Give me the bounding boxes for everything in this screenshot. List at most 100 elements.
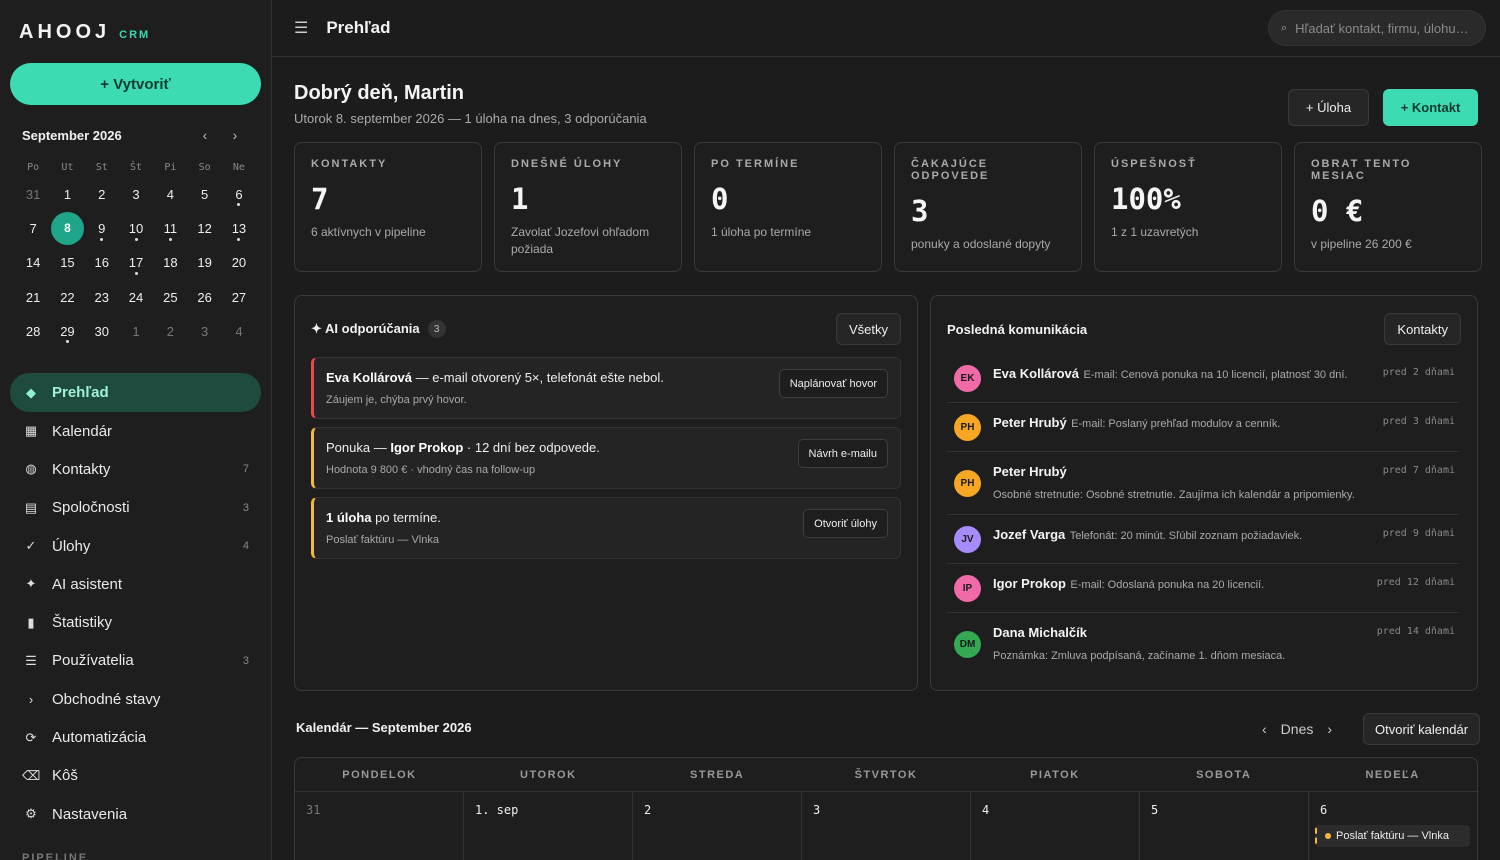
mini-calendar-day[interactable]: 25: [153, 280, 187, 314]
add-contact-button[interactable]: + Kontakt: [1383, 89, 1478, 126]
communication-item[interactable]: JV Jozef Varga Telefonát: 20 minút. Sľúbi…: [947, 515, 1459, 564]
sidebar-item-label: Nastavenia: [52, 805, 128, 823]
mini-day-number: 2: [166, 323, 174, 339]
mini-calendar-day[interactable]: 12: [187, 211, 221, 245]
mini-calendar-day[interactable]: 4: [153, 177, 187, 211]
mini-calendar-day[interactable]: 19: [187, 246, 221, 280]
communication-item[interactable]: PH Peter Hrubý Osobné stretnutie: Osobné s…: [947, 452, 1459, 515]
mini-calendar-day[interactable]: 13: [222, 211, 256, 245]
mini-calendar-day[interactable]: 3: [187, 314, 221, 348]
sidebar-item[interactable]: ✦ AI asistent: [10, 565, 261, 603]
mini-calendar-day[interactable]: 18: [153, 246, 187, 280]
calendar-day-cell[interactable]: 3: [802, 792, 971, 860]
menu-icon[interactable]: ☰: [294, 18, 308, 38]
stat-card[interactable]: DNEŠNÉ ÚLOHY 1 Zavolať Jozefovi ohľadom po…: [494, 142, 682, 272]
mini-calendar-day[interactable]: 20: [222, 246, 256, 280]
mini-calendar-day[interactable]: 26: [187, 280, 221, 314]
ai-all-button[interactable]: Všetky: [835, 313, 901, 345]
mini-calendar-day[interactable]: 28: [16, 314, 50, 348]
search-box[interactable]: ⌕: [1268, 10, 1486, 46]
mini-calendar-day[interactable]: 23: [85, 280, 119, 314]
sidebar-item[interactable]: ⟳ Automatizácia: [10, 718, 261, 756]
sidebar-item[interactable]: ✓ Úlohy 4: [10, 527, 261, 565]
calendar-day-cell[interactable]: 6 Poslať faktúru — Vlnka: [1309, 792, 1477, 860]
sidebar-item-label: Kontakty: [52, 460, 111, 478]
sidebar-item[interactable]: ☰ Používatelia 3: [10, 642, 261, 680]
mini-day-number: 16: [94, 255, 109, 271]
sidebar-item[interactable]: ◆ Prehľad: [10, 373, 261, 412]
mini-calendar-day[interactable]: 15: [50, 246, 84, 280]
calendar-next-icon[interactable]: ›: [1327, 721, 1332, 737]
mini-calendar-day[interactable]: 17: [119, 246, 153, 280]
mini-calendar-day[interactable]: 10: [119, 211, 153, 245]
stat-value: 0 €: [1311, 194, 1364, 228]
mini-calendar-day[interactable]: 1: [50, 177, 84, 211]
sidebar-item[interactable]: ▮ Štatistiky: [10, 603, 261, 641]
mini-calendar-day[interactable]: 11: [153, 211, 187, 245]
sidebar-item[interactable]: ⌫ Kôš: [10, 757, 261, 795]
recommendation-action-button[interactable]: Naplánovať hovor: [778, 369, 888, 398]
calendar-day-cell[interactable]: 1. sep: [464, 792, 633, 860]
mini-calendar-prev-icon[interactable]: ‹: [190, 127, 220, 143]
calendar-day-cell[interactable]: 31: [295, 792, 464, 860]
mini-calendar-day[interactable]: 22: [50, 280, 84, 314]
mini-calendar-day[interactable]: 4: [222, 314, 256, 348]
stat-card[interactable]: KONTAKTY 7 6 aktívnych v pipeline: [294, 142, 482, 272]
sidebar-item[interactable]: ▦ Kalendár: [10, 412, 261, 450]
mini-calendar-day[interactable]: 14: [16, 246, 50, 280]
add-task-button[interactable]: + Úloha: [1288, 89, 1369, 126]
mini-calendar-day[interactable]: 6: [222, 177, 256, 211]
recommendation-action-button[interactable]: Otvoriť úlohy: [803, 509, 888, 538]
mini-calendar-day[interactable]: 9: [85, 211, 119, 245]
calendar-weekday-label: STREDA: [690, 768, 745, 781]
create-button[interactable]: + Vytvoriť: [10, 63, 261, 105]
stat-card[interactable]: ÚSPEŠNOSŤ 100% 1 z 1 uzavretých: [1094, 142, 1282, 272]
brand-logo[interactable]: AHOOJ CRM: [19, 21, 150, 44]
stat-card[interactable]: ČAKAJÚCE ODPOVEDE 3 ponuky a odoslané dopy…: [894, 142, 1082, 272]
sidebar-item[interactable]: ⚙ Nastavenia: [10, 795, 261, 833]
calendar-event[interactable]: Poslať faktúru — Vlnka: [1315, 825, 1470, 847]
sidebar-item[interactable]: ◍ Kontakty 7: [10, 450, 261, 488]
mini-calendar-day[interactable]: 24: [119, 280, 153, 314]
mini-calendar-day[interactable]: 27: [222, 280, 256, 314]
open-calendar-button[interactable]: Otvoriť kalendár: [1363, 713, 1481, 745]
mini-calendar-day[interactable]: 2: [153, 314, 187, 348]
calendar-day-cell[interactable]: 5: [1140, 792, 1309, 860]
calendar-day-cell[interactable]: 4: [971, 792, 1140, 860]
search-input[interactable]: [1295, 20, 1476, 36]
mini-calendar-day[interactable]: 1: [119, 314, 153, 348]
calendar-day-cell[interactable]: 2: [633, 792, 802, 860]
mini-calendar-day[interactable]: 2: [85, 177, 119, 211]
mini-calendar-day[interactable]: 21: [16, 280, 50, 314]
contacts-button[interactable]: Kontakty: [1384, 313, 1461, 345]
recommendation-action-button[interactable]: Návrh e-mailu: [797, 439, 888, 468]
mini-calendar-day[interactable]: 16: [85, 246, 119, 280]
stat-label: PO TERMÍNE: [711, 158, 800, 170]
communication-item[interactable]: EK Eva Kollárová E-mail: Cenová ponuka na…: [947, 354, 1459, 403]
sidebar-item[interactable]: › Obchodné stavy: [10, 680, 261, 718]
communication-item[interactable]: PH Peter Hrubý E-mail: Poslaný prehľad mo…: [947, 403, 1459, 452]
mini-calendar-next-icon[interactable]: ›: [220, 127, 250, 143]
sidebar-item-count: 4: [242, 540, 249, 553]
communication-item[interactable]: DM Dana Michalčík Poznámka: Zmluva podpísa…: [947, 613, 1459, 676]
mini-calendar-day[interactable]: 30: [85, 314, 119, 348]
stat-card[interactable]: OBRAT TENTO MESIAC 0 € v pipeline 26 200 €: [1294, 142, 1482, 272]
communication-item[interactable]: IP Igor Prokop E-mail: Odoslaná ponuka na…: [947, 564, 1459, 613]
mini-calendar-day[interactable]: 5: [187, 177, 221, 211]
ai-recommendation-item[interactable]: Ponuka — Igor Prokop · 12 dní bez odpove…: [311, 427, 901, 489]
calendar-today-button[interactable]: Dnes: [1281, 721, 1314, 737]
sidebar-item[interactable]: ▤ Spoločnosti 3: [10, 489, 261, 527]
mini-calendar-day[interactable]: 7: [16, 211, 50, 245]
mini-day-number: 1: [132, 323, 140, 339]
mini-day-number: 24: [128, 289, 144, 305]
mini-calendar-day[interactable]: 31: [16, 177, 50, 211]
ai-recommendation-item[interactable]: 1 úloha po termíne. Poslať faktúru — Vlnk…: [311, 497, 901, 559]
stat-card[interactable]: PO TERMÍNE 0 1 úloha po termíne: [694, 142, 882, 272]
mini-weekday-label: Ut: [61, 161, 74, 173]
mini-calendar-day[interactable]: 3: [119, 177, 153, 211]
ai-panel-count-badge: 3: [427, 320, 446, 338]
ai-recommendation-item[interactable]: Eva Kollárová — e-mail otvorený 5×, tele…: [311, 357, 901, 419]
mini-calendar-day[interactable]: 8: [50, 211, 84, 245]
mini-calendar-day[interactable]: 29: [50, 314, 84, 348]
calendar-prev-icon[interactable]: ‹: [1262, 721, 1267, 737]
